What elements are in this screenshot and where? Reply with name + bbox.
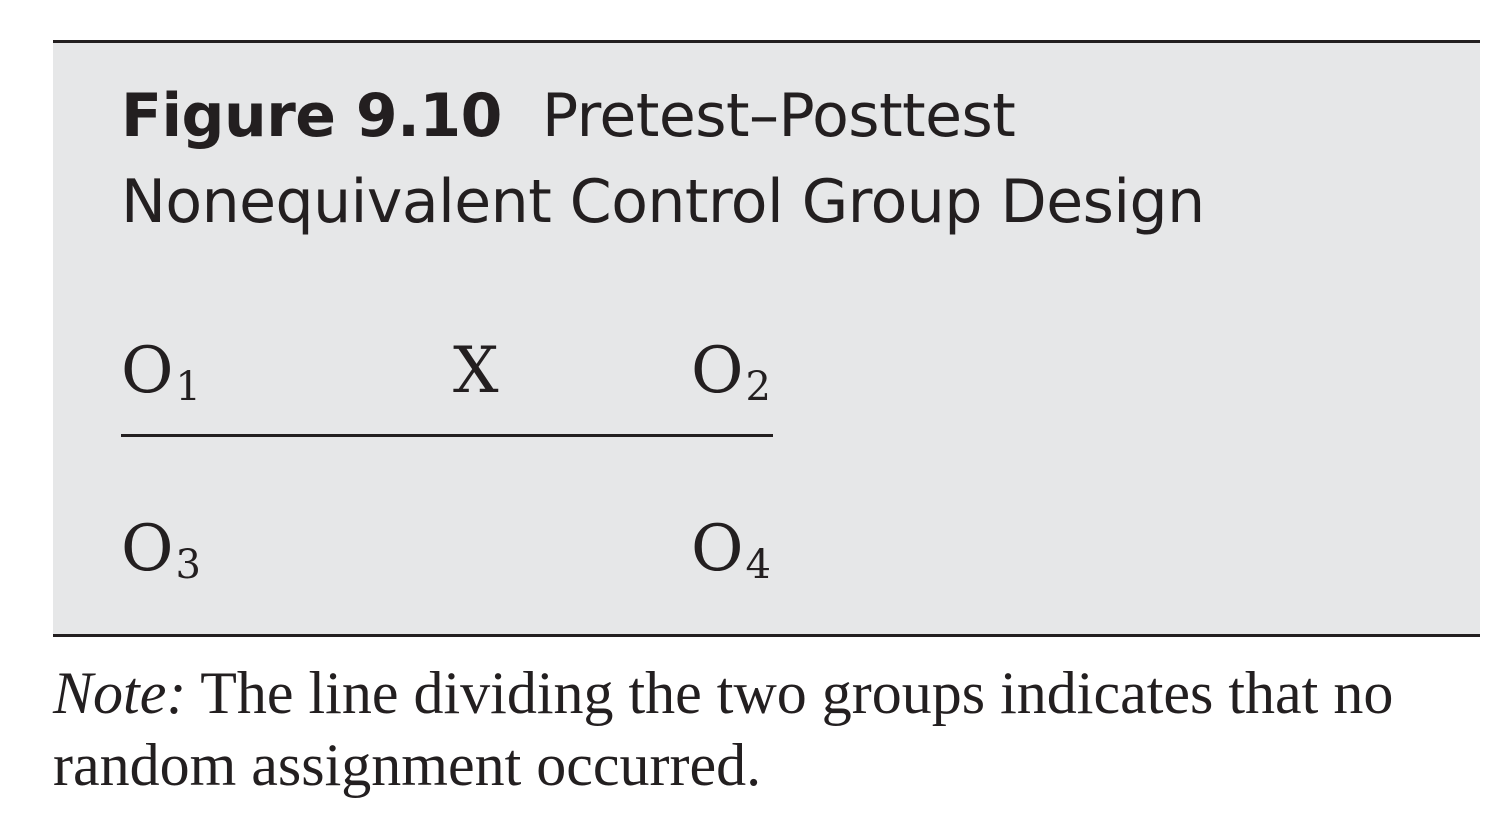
group2-pretest-observation: O3 bbox=[121, 517, 201, 585]
observation-symbol: O bbox=[691, 334, 744, 408]
group1-posttest-observation: O2 bbox=[691, 339, 771, 407]
figure-number: Figure 9.10 bbox=[121, 81, 502, 151]
observation-index: 2 bbox=[745, 364, 771, 410]
observation-symbol: O bbox=[121, 334, 174, 408]
observation-symbol: O bbox=[691, 512, 744, 586]
nonrandom-assignment-divider bbox=[121, 434, 773, 437]
group1-pretest-observation: O1 bbox=[121, 339, 201, 407]
group1-treatment: X bbox=[453, 334, 499, 408]
figure-caption: Figure 9.10 Pretest–Posttest Nonequivalen… bbox=[121, 73, 1421, 245]
group2-posttest-observation: O4 bbox=[691, 517, 771, 585]
figure-note: Note: The line dividing the two groups i… bbox=[53, 657, 1473, 801]
observation-index: 3 bbox=[175, 542, 201, 588]
note-label: Note: bbox=[53, 660, 187, 726]
observation-index: 4 bbox=[745, 542, 771, 588]
note-text: The line dividing the two groups indicat… bbox=[53, 660, 1394, 798]
observation-symbol: O bbox=[121, 512, 174, 586]
observation-index: 1 bbox=[175, 364, 201, 410]
figure-panel: Figure 9.10 Pretest–Posttest Nonequivalen… bbox=[53, 40, 1480, 637]
